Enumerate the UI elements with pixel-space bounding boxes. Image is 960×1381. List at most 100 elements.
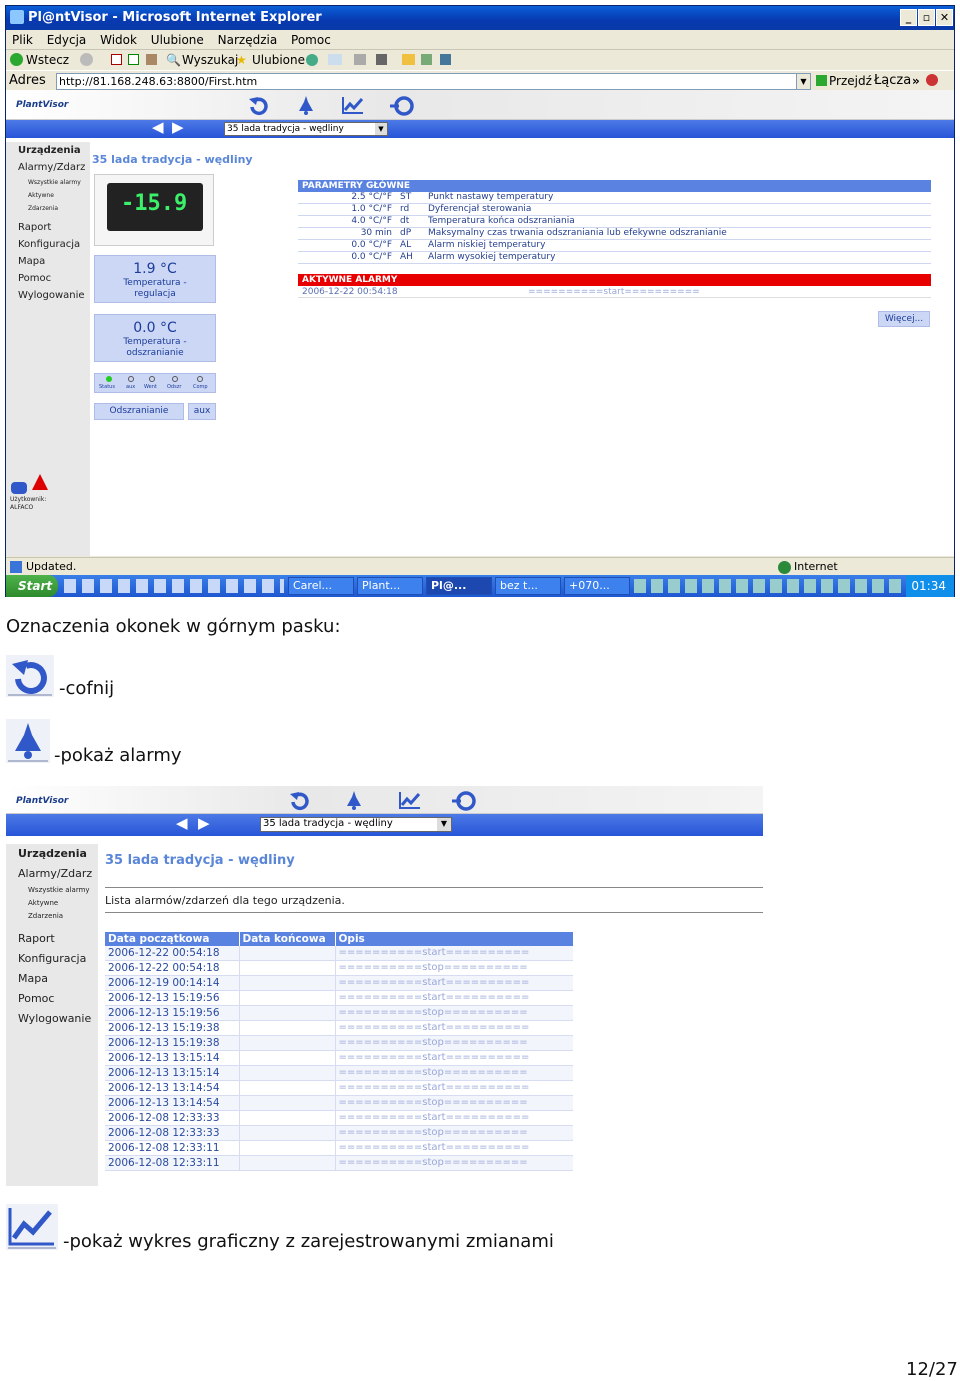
chevron-down-icon[interactable]: ▼	[437, 818, 451, 831]
minimize-button[interactable]: _	[900, 9, 917, 26]
menu-favorites[interactable]: Ulubione	[151, 33, 204, 47]
menu-edit[interactable]: Edycja	[47, 33, 87, 47]
back-arrow-icon[interactable]	[10, 53, 23, 66]
refresh-icon[interactable]	[390, 95, 416, 117]
go-arrow-icon[interactable]	[816, 75, 827, 86]
menu-view[interactable]: Widok	[100, 33, 137, 47]
param-row[interactable]: 4.0 °C/°F dt Temperatura końca odszraniani…	[298, 215, 931, 228]
back-icon[interactable]	[288, 790, 312, 812]
sidebar-item-map[interactable]: Mapa	[6, 969, 98, 989]
address-dropdown-icon[interactable]: ▼	[796, 74, 810, 89]
start-button[interactable]: Start	[6, 575, 58, 597]
folder-icon[interactable]	[402, 54, 415, 65]
aux-button[interactable]: aux	[188, 403, 216, 420]
mail-icon[interactable]	[328, 54, 342, 65]
norton-icon[interactable]	[926, 74, 938, 86]
chart-icon[interactable]	[341, 95, 365, 115]
sidebar-item-logout[interactable]: Wylogowanie	[6, 1009, 98, 1029]
task-carel[interactable]: Carel...	[288, 577, 354, 595]
refresh-icon[interactable]	[452, 790, 478, 812]
device-select[interactable]: 35 lada tradycja - wędliny ▼	[224, 122, 388, 136]
table-row[interactable]: 2006-12-13 13:15:14 ==========stop=======…	[105, 1065, 573, 1081]
sidebar-item-logout[interactable]: Wylogowanie	[6, 287, 90, 304]
table-row[interactable]: 2006-12-19 00:14:14 ==========start======…	[105, 975, 573, 991]
alarm-bell-icon[interactable]	[344, 789, 364, 811]
sidebar-item-config[interactable]: Konfiguracja	[6, 949, 98, 969]
col-start-date[interactable]: Data początkowa	[105, 932, 239, 946]
task-plant[interactable]: Plant...	[357, 577, 423, 595]
task-untitled[interactable]: bez t...	[495, 577, 561, 595]
chevron-down-icon[interactable]: ▼	[375, 123, 387, 135]
sidebar-item-all-alarms[interactable]: Wszystkie alarmy	[6, 884, 98, 897]
param-row[interactable]: 2.5 °C/°F ST Punkt nastawy temperatury	[298, 192, 931, 204]
sidebar-item-help[interactable]: Pomoc	[6, 989, 98, 1009]
back-button[interactable]: Wstecz	[26, 50, 69, 70]
table-row[interactable]: 2006-12-22 00:54:18 ==========stop=======…	[105, 960, 573, 976]
sidebar-item-devices[interactable]: Urządzenia	[6, 844, 98, 864]
sidebar-item-events[interactable]: Zdarzenia	[6, 202, 90, 215]
menu-help[interactable]: Pomoc	[291, 33, 331, 47]
param-row[interactable]: 1.0 °C/°F rd Dyferencjał sterowania	[298, 203, 931, 216]
messenger-icon[interactable]	[421, 54, 432, 65]
alarm-bell-icon[interactable]	[296, 94, 316, 116]
task-070[interactable]: +070...	[564, 577, 630, 595]
menu-tools[interactable]: Narzędzia	[218, 33, 278, 47]
links-label[interactable]: Łącza	[874, 71, 911, 91]
table-row[interactable]: 2006-12-13 15:19:56 ==========start======…	[105, 990, 573, 1006]
search-button[interactable]: Wyszukaj	[182, 50, 238, 70]
table-row[interactable]: 2006-12-08 12:33:33 ==========start======…	[105, 1110, 573, 1126]
param-row[interactable]: 30 min dP Maksymalny czas trwania odszrani…	[298, 227, 931, 240]
search-icon[interactable]: 🔍	[166, 50, 181, 70]
table-row[interactable]: 2006-12-22 00:54:18 ==========start======…	[105, 946, 573, 961]
next-device-icon[interactable]: ▶	[172, 118, 184, 136]
tool-icon[interactable]	[440, 54, 451, 65]
alarm-warning-icon[interactable]	[32, 474, 48, 490]
table-row[interactable]: 2006-12-13 15:19:38 ==========start======…	[105, 1020, 573, 1036]
stop-icon[interactable]	[111, 54, 122, 65]
chart-icon[interactable]	[398, 790, 422, 810]
go-button[interactable]: Przejdź	[829, 71, 872, 91]
address-input[interactable]: http://81.168.248.63:8800/First.htm ▼	[56, 73, 811, 90]
task-plantvisor[interactable]: Pl@...	[426, 577, 492, 595]
table-row[interactable]: 2006-12-08 12:33:11 ==========stop=======…	[105, 1155, 573, 1171]
sidebar-item-report[interactable]: Raport	[6, 219, 90, 236]
next-device-icon[interactable]: ▶	[198, 814, 210, 832]
table-row[interactable]: 2006-12-13 13:14:54 ==========stop=======…	[105, 1095, 573, 1111]
sidebar-item-alarms[interactable]: Alarmy/Zdarz	[6, 864, 98, 884]
favorites-button[interactable]: Ulubione	[252, 50, 305, 70]
prev-device-icon[interactable]: ◀	[152, 118, 164, 136]
device-select[interactable]: 35 lada tradycja - wędliny ▼	[260, 817, 452, 832]
param-row[interactable]: 0.0 °C/°F AH Alarm wysokiej temperatury	[298, 251, 931, 264]
table-row[interactable]: 2006-12-13 15:19:56 ==========stop=======…	[105, 1005, 573, 1021]
phone-icon[interactable]	[11, 482, 27, 494]
param-row[interactable]: 0.0 °C/°F AL Alarm niskiej temperatury	[298, 239, 931, 252]
table-row[interactable]: 2006-12-13 13:14:54 ==========start======…	[105, 1080, 573, 1096]
history-icon[interactable]	[306, 54, 318, 66]
refresh-icon[interactable]	[128, 54, 139, 65]
sidebar-item-report[interactable]: Raport	[6, 929, 98, 949]
col-end-date[interactable]: Data końcowa	[238, 932, 335, 946]
prev-device-icon[interactable]: ◀	[176, 814, 188, 832]
star-icon[interactable]: ★	[236, 50, 247, 70]
print-icon[interactable]	[354, 54, 366, 65]
chevron-right-icon[interactable]: »	[912, 71, 920, 91]
edit-icon[interactable]	[376, 54, 387, 65]
sidebar-item-events[interactable]: Zdarzenia	[6, 910, 98, 923]
sidebar-item-map[interactable]: Mapa	[6, 253, 90, 270]
sidebar-item-alarms[interactable]: Alarmy/Zdarz	[6, 159, 90, 176]
close-button[interactable]: ✕	[936, 9, 953, 26]
table-row[interactable]: 2006-12-13 13:15:14 ==========start======…	[105, 1050, 573, 1066]
back-icon[interactable]	[247, 95, 271, 117]
sidebar-item-config[interactable]: Konfiguracja	[6, 236, 90, 253]
sidebar-item-help[interactable]: Pomoc	[6, 270, 90, 287]
forward-arrow-icon[interactable]	[80, 53, 93, 66]
sidebar-item-active[interactable]: Aktywne	[6, 897, 98, 910]
sidebar-item-active[interactable]: Aktywne	[6, 189, 90, 202]
col-description[interactable]: Opis	[334, 932, 573, 946]
table-row[interactable]: 2006-12-13 15:19:38 ==========stop=======…	[105, 1035, 573, 1051]
active-alarm-row[interactable]: 2006-12-22 00:54:18 ==========start=====…	[298, 286, 931, 298]
sidebar-item-all-alarms[interactable]: Wszystkie alarmy	[6, 176, 90, 189]
sidebar-item-devices[interactable]: Urządzenia	[6, 142, 90, 159]
table-row[interactable]: 2006-12-08 12:33:11 ==========start======…	[105, 1140, 573, 1156]
table-row[interactable]: 2006-12-08 12:33:33 ==========stop=======…	[105, 1125, 573, 1141]
